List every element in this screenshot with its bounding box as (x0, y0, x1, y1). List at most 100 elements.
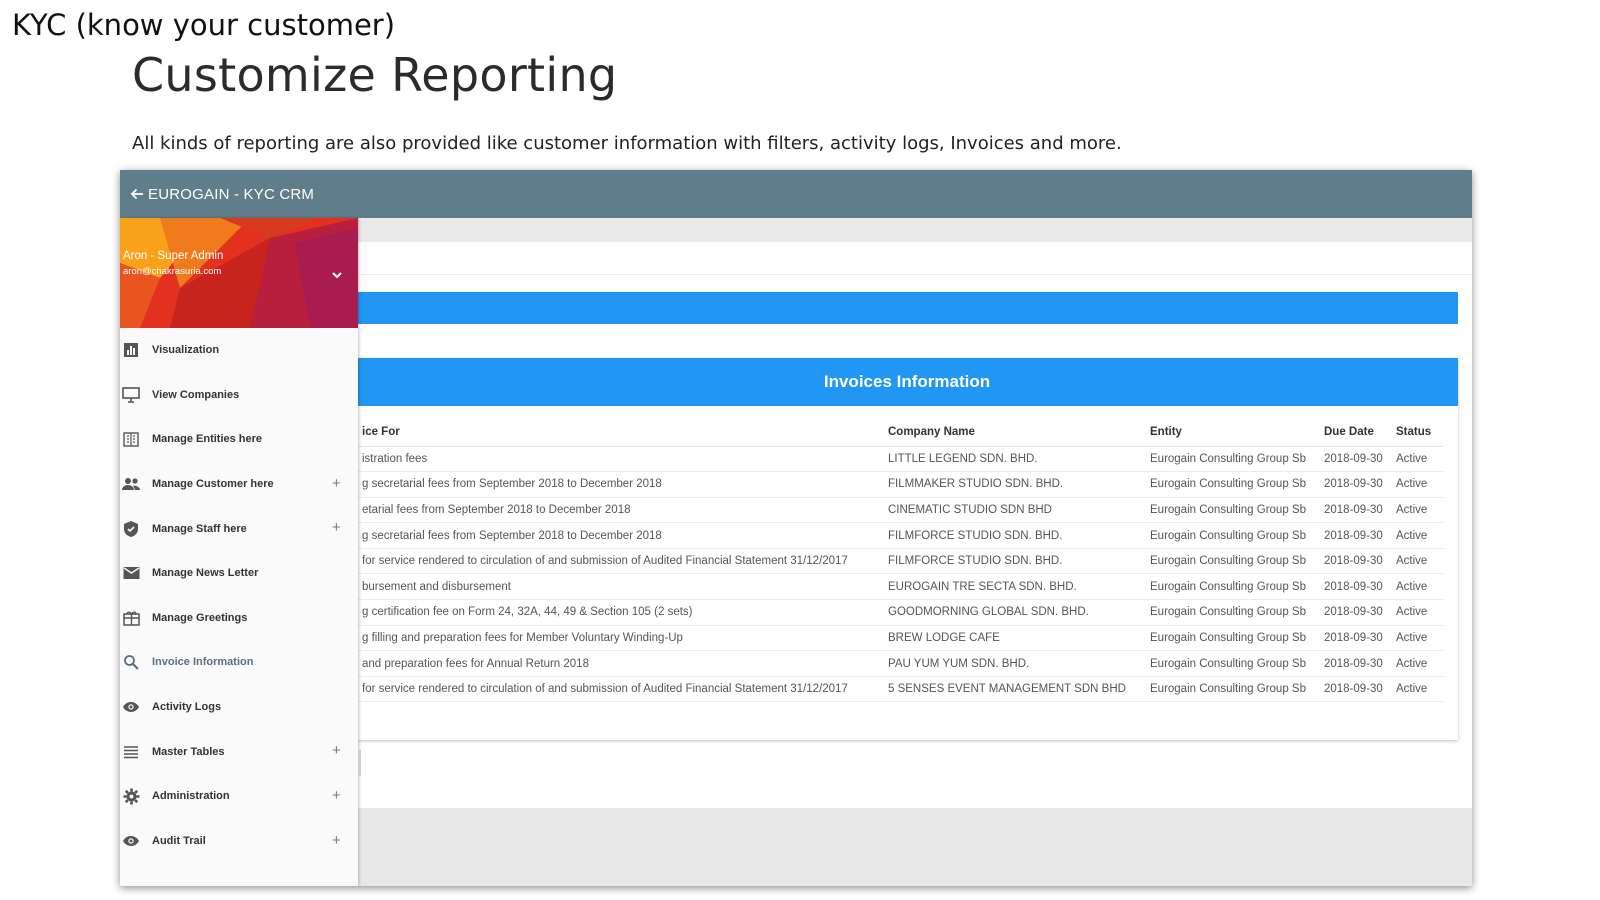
sidebar-item-activity-logs[interactable]: Activity Logs (120, 685, 358, 730)
table-row[interactable]: g filling and preparation fees for Membe… (356, 625, 1444, 652)
eye-icon (122, 832, 140, 850)
column-header-invoice-for[interactable]: ice For (356, 418, 882, 447)
profile-header[interactable]: Aron - Super Admin aron@chakrasuria.com (120, 218, 358, 328)
monitor-icon (122, 386, 140, 404)
table-row[interactable]: for service rendered to circulation of a… (356, 548, 1444, 575)
cell-invoice-for: for service rendered to circulation of a… (356, 548, 882, 575)
cell-status: Active (1390, 676, 1444, 703)
sidebar-item-view-companies[interactable]: View Companies (120, 373, 358, 418)
cell-due-date: 2018-09-30 (1318, 446, 1390, 473)
table-row[interactable]: g certification fee on Form 24, 32A, 44,… (356, 599, 1444, 626)
sidebar-item-audit-trail[interactable]: Audit Trail + (120, 819, 358, 864)
navigation-drawer: Aron - Super Admin aron@chakrasuria.com … (120, 218, 358, 886)
table-row[interactable]: g secretarial fees from September 2018 t… (356, 471, 1444, 498)
people-icon (122, 475, 140, 493)
cell-company-name: GOODMORNING GLOBAL SDN. BHD. (882, 599, 1144, 626)
sidebar-scrollbar[interactable] (358, 750, 361, 776)
cell-company-name: PAU YUM YUM SDN. BHD. (882, 650, 1144, 677)
sidebar-item-label: Manage Staff here (152, 522, 247, 535)
table-row[interactable]: istration fees LITTLE LEGEND SDN. BHD. Eur… (356, 446, 1444, 473)
sidebar-item-manage-greetings[interactable]: Manage Greetings (120, 596, 358, 641)
cell-entity: Eurogain Consulting Group Sb (1144, 446, 1318, 473)
sidebar-item-label: Audit Trail (152, 834, 206, 847)
app-screenshot: EUROGAIN - KYC CRM Invoices Information … (120, 170, 1472, 886)
sidebar-item-manage-staff-here[interactable]: Manage Staff here + (120, 506, 358, 551)
sidebar-item-invoice-information[interactable]: Invoice Information (120, 640, 358, 685)
column-header-entity[interactable]: Entity (1144, 418, 1318, 447)
table-row[interactable]: and preparation fees for Annual Return 2… (356, 650, 1444, 677)
cell-company-name: LITTLE LEGEND SDN. BHD. (882, 446, 1144, 473)
sidebar-item-master-tables[interactable]: Master Tables + (120, 729, 358, 774)
expand-plus-icon[interactable]: + (332, 475, 341, 492)
sidebar-item-label: Manage News Letter (152, 567, 259, 580)
cell-status: Active (1390, 548, 1444, 575)
cell-status: Active (1390, 625, 1444, 652)
sidebar-item-visualization[interactable]: Visualization (120, 328, 358, 373)
column-header-company-name[interactable]: Company Name (882, 418, 1144, 447)
blue-banner (356, 292, 1458, 324)
chevron-down-icon[interactable] (330, 268, 344, 282)
sidebar-item-label: Manage Entities here (152, 433, 263, 446)
cell-due-date: 2018-09-30 (1318, 471, 1390, 498)
invoices-table-body: istration fees LITTLE LEGEND SDN. BHD. Eur… (356, 446, 1444, 703)
expand-plus-icon[interactable]: + (332, 742, 341, 759)
cell-company-name: FILMMAKER STUDIO SDN. BHD. (882, 471, 1144, 498)
cell-invoice-for: g secretarial fees from September 2018 t… (356, 522, 882, 549)
top-app-bar: EUROGAIN - KYC CRM (120, 170, 1472, 218)
cell-entity: Eurogain Consulting Group Sb (1144, 522, 1318, 549)
cell-invoice-for: etarial fees from September 2018 to Dece… (356, 497, 882, 524)
cell-due-date: 2018-09-30 (1318, 573, 1390, 601)
profile-email: aron@chakrasuria.com (123, 266, 222, 277)
table-row[interactable]: bursement and disbursement EUROGAIN TRE S… (356, 573, 1444, 601)
eye-icon (122, 698, 140, 716)
cell-status: Active (1390, 522, 1444, 549)
cell-invoice-for: bursement and disbursement (356, 573, 882, 601)
cell-company-name: 5 SENSES EVENT MANAGEMENT SDN BHD (882, 676, 1144, 703)
table-row[interactable]: etarial fees from September 2018 to Dece… (356, 497, 1444, 524)
cell-entity: Eurogain Consulting Group Sb (1144, 497, 1318, 524)
cell-due-date: 2018-09-30 (1318, 650, 1390, 677)
slide-heading: KYC (know your customer) (12, 8, 396, 42)
cell-due-date: 2018-09-30 (1318, 548, 1390, 575)
bar-chart-icon (122, 341, 140, 359)
expand-plus-icon[interactable]: + (332, 832, 341, 849)
cell-invoice-for: g filling and preparation fees for Membe… (356, 625, 882, 652)
sidebar-menu: Visualization View Companies Manage Entiti… (120, 328, 358, 863)
cell-company-name: CINEMATIC STUDIO SDN BHD (882, 497, 1144, 524)
sidebar-item-label: Visualization (152, 344, 220, 357)
sidebar-item-label: Manage Customer here (152, 478, 274, 491)
column-header-status[interactable]: Status (1390, 418, 1444, 447)
sidebar-item-manage-customer-here[interactable]: Manage Customer here + (120, 462, 358, 507)
cell-due-date: 2018-09-30 (1318, 522, 1390, 549)
cell-status: Active (1390, 471, 1444, 498)
cell-entity: Eurogain Consulting Group Sb (1144, 471, 1318, 498)
cell-company-name: BREW LODGE CAFE (882, 625, 1144, 652)
arrow-left-icon[interactable] (128, 185, 146, 203)
sidebar-item-manage-entities-here[interactable]: Manage Entities here (120, 417, 358, 462)
cell-invoice-for: and preparation fees for Annual Return 2… (356, 650, 882, 677)
cell-due-date: 2018-09-30 (1318, 599, 1390, 626)
cell-status: Active (1390, 573, 1444, 601)
table-row[interactable]: g secretarial fees from September 2018 t… (356, 522, 1444, 549)
gear-icon (122, 787, 140, 805)
expand-plus-icon[interactable]: + (332, 519, 341, 536)
sidebar-item-label: Master Tables (152, 745, 225, 758)
profile-name: Aron - Super Admin (123, 250, 224, 262)
column-header-due-date[interactable]: Due Date (1318, 418, 1390, 447)
invoices-table: ice For Company Name Entity Due Date Sta… (356, 418, 1444, 703)
cell-status: Active (1390, 497, 1444, 524)
sidebar-item-administration[interactable]: Administration + (120, 774, 358, 819)
table-row[interactable]: for service rendered to circulation of a… (356, 676, 1444, 703)
expand-plus-icon[interactable]: + (332, 787, 341, 804)
sidebar-item-label: Administration (152, 790, 230, 803)
cell-status: Active (1390, 650, 1444, 677)
cell-entity: Eurogain Consulting Group Sb (1144, 650, 1318, 677)
cell-company-name: FILMFORCE STUDIO SDN. BHD. (882, 522, 1144, 549)
sidebar-item-label: View Companies (152, 388, 240, 401)
search-icon (122, 653, 140, 671)
sidebar-item-label: Activity Logs (152, 701, 222, 714)
shield-icon (122, 520, 140, 538)
sidebar-item-manage-news-letter[interactable]: Manage News Letter (120, 551, 358, 596)
cell-status: Active (1390, 446, 1444, 473)
cell-entity: Eurogain Consulting Group Sb (1144, 599, 1318, 626)
